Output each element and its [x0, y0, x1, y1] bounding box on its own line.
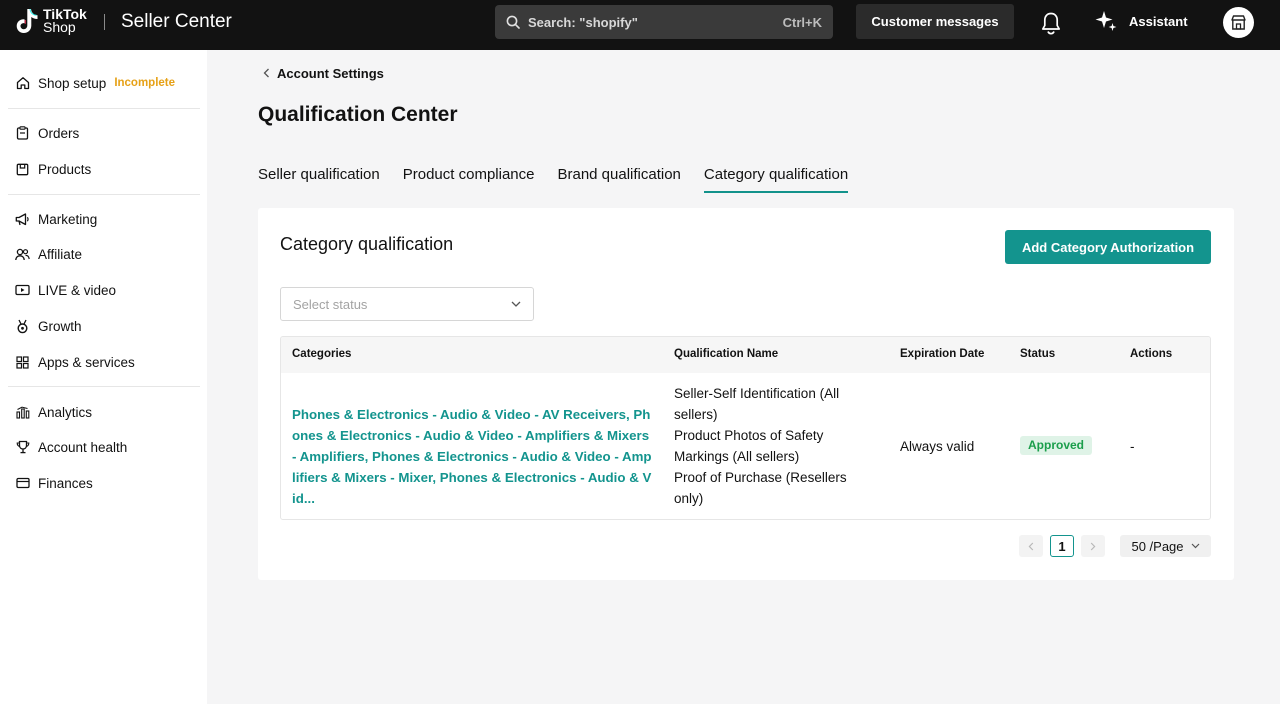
seller-center-title: Seller Center — [121, 11, 232, 32]
search-shortcut: Ctrl+K — [782, 14, 822, 30]
tiktok-shop-logo[interactable]: TikTok Shop — [14, 6, 87, 36]
sidebar-item-label: Growth — [38, 318, 82, 334]
status-badge: Approved — [1020, 436, 1093, 455]
sidebar-item-label: Account health — [38, 439, 128, 455]
qualification-line: Product Photos of Safety — [674, 428, 824, 443]
sidebar-item-finances[interactable]: Finances — [15, 472, 93, 494]
expiration-date-cell: Always valid — [900, 439, 975, 454]
megaphone-icon — [15, 212, 30, 227]
assistant-label: Assistant — [1129, 13, 1188, 29]
sidebar-item-affiliate[interactable]: Affiliate — [15, 243, 82, 265]
search-bar[interactable]: Search: "shopify" Ctrl+K — [495, 5, 833, 39]
sidebar-divider — [8, 108, 200, 109]
top-bar: TikTok Shop Seller Center Search: "shopi… — [0, 0, 1280, 50]
sidebar: Shop setup Incomplete Orders Products Ma… — [0, 50, 207, 704]
qualification-line: Seller-Self Identification (All — [674, 386, 840, 401]
breadcrumb-label: Account Settings — [277, 66, 384, 81]
incomplete-badge: Incomplete — [114, 77, 176, 89]
category-qualification-card: Category qualification Add Category Auth… — [258, 208, 1234, 580]
category-link[interactable]: Phones & Electronics - Audio & Video - A… — [292, 404, 654, 509]
qualification-name-cell: Seller-Self Identification (All sellers)… — [674, 383, 874, 509]
breadcrumb-back-link[interactable]: Account Settings — [263, 66, 384, 81]
tab-brand-qualification[interactable]: Brand qualification — [557, 166, 680, 193]
column-header: Qualification Name — [674, 348, 779, 360]
search-icon — [506, 15, 520, 29]
sidebar-item-label: Marketing — [38, 211, 98, 227]
sidebar-item-label: Apps & services — [38, 354, 135, 370]
sidebar-item-label: Analytics — [38, 404, 93, 420]
sidebar-item-account-health[interactable]: Account health — [15, 436, 127, 458]
sidebar-item-apps-services[interactable]: Apps & services — [15, 351, 135, 373]
chevron-down-icon — [1191, 543, 1199, 549]
home-icon — [15, 76, 30, 91]
trophy-icon — [15, 440, 30, 455]
column-header: Actions — [1130, 348, 1173, 360]
sidebar-item-marketing[interactable]: Marketing — [15, 208, 97, 230]
sidebar-item-label: Affiliate — [38, 246, 83, 262]
sidebar-item-label: Orders — [38, 125, 80, 141]
tab-seller-qualification[interactable]: Seller qualification — [258, 166, 380, 193]
chevron-left-icon — [1028, 542, 1034, 550]
grid-icon — [15, 355, 30, 370]
logo-text: TikTok Shop — [43, 7, 87, 35]
sidebar-item-analytics[interactable]: Analytics — [15, 401, 92, 423]
page-size-select[interactable]: 50 /Page — [1120, 535, 1211, 557]
chevron-right-icon — [1090, 542, 1096, 550]
video-icon — [15, 283, 30, 298]
column-header: Categories — [292, 348, 352, 360]
card-title: Category qualification — [280, 234, 454, 254]
sidebar-item-label: Shop setup — [38, 75, 107, 91]
pagination-prev-button[interactable] — [1019, 535, 1043, 557]
tab-category-qualification[interactable]: Category qualification — [703, 166, 849, 193]
bar-chart-icon — [15, 405, 30, 420]
chevron-down-icon — [511, 301, 521, 307]
page-title: Qualification Center — [258, 103, 458, 126]
sidebar-divider — [8, 386, 200, 387]
sparkle-icon — [1095, 11, 1117, 31]
bell-icon[interactable] — [1040, 11, 1062, 35]
status-select-placeholder: Select status — [293, 296, 368, 312]
sidebar-item-label: Products — [38, 161, 92, 177]
sidebar-item-live-video[interactable]: LIVE & video — [15, 279, 116, 301]
users-icon — [15, 247, 30, 262]
qualification-line: Proof of Purchase (Resellers — [674, 470, 847, 485]
logo-line2: Shop — [43, 19, 76, 35]
page-size-label: 50 /Page — [1131, 538, 1184, 554]
column-header: Expiration Date — [900, 348, 985, 360]
sidebar-item-label: LIVE & video — [38, 282, 117, 298]
qualification-table: Categories Qualification Name Expiration… — [280, 336, 1211, 520]
medal-icon — [15, 319, 30, 334]
qualification-line: Markings (All sellers) — [674, 449, 800, 464]
sidebar-item-growth[interactable]: Growth — [15, 315, 82, 337]
box-icon — [15, 162, 30, 177]
add-category-authorization-button[interactable]: Add Category Authorization — [1005, 230, 1211, 264]
qualification-line: sellers) — [674, 407, 718, 422]
search-placeholder: Search: "shopify" — [528, 14, 638, 30]
clipboard-icon — [15, 126, 30, 141]
assistant-button[interactable]: Assistant — [1095, 10, 1188, 32]
sidebar-item-label: Finances — [38, 475, 93, 491]
logo-divider — [104, 14, 105, 30]
qualification-tabs: Seller qualification Product compliance … — [258, 166, 871, 196]
pagination-next-button[interactable] — [1081, 535, 1105, 557]
tab-product-compliance[interactable]: Product compliance — [403, 166, 535, 193]
customer-messages-button[interactable]: Customer messages — [856, 4, 1014, 39]
qualification-line: only) — [674, 491, 704, 506]
wallet-icon — [15, 476, 30, 491]
actions-cell: - — [1130, 439, 1135, 454]
sidebar-divider — [8, 194, 200, 195]
sidebar-item-shop-setup[interactable]: Shop setup Incomplete — [15, 72, 175, 94]
chevron-left-icon — [263, 66, 270, 81]
shop-avatar[interactable] — [1223, 7, 1254, 38]
status-select[interactable]: Select status — [280, 287, 534, 321]
column-header: Status — [1020, 348, 1056, 360]
pagination-page-1[interactable]: 1 — [1050, 535, 1074, 557]
sidebar-item-orders[interactable]: Orders — [15, 122, 79, 144]
table-header: Categories Qualification Name Expiration… — [281, 337, 1210, 373]
sidebar-item-products[interactable]: Products — [15, 158, 91, 180]
store-icon — [1231, 15, 1246, 30]
tiktok-logo-icon — [16, 8, 38, 33]
